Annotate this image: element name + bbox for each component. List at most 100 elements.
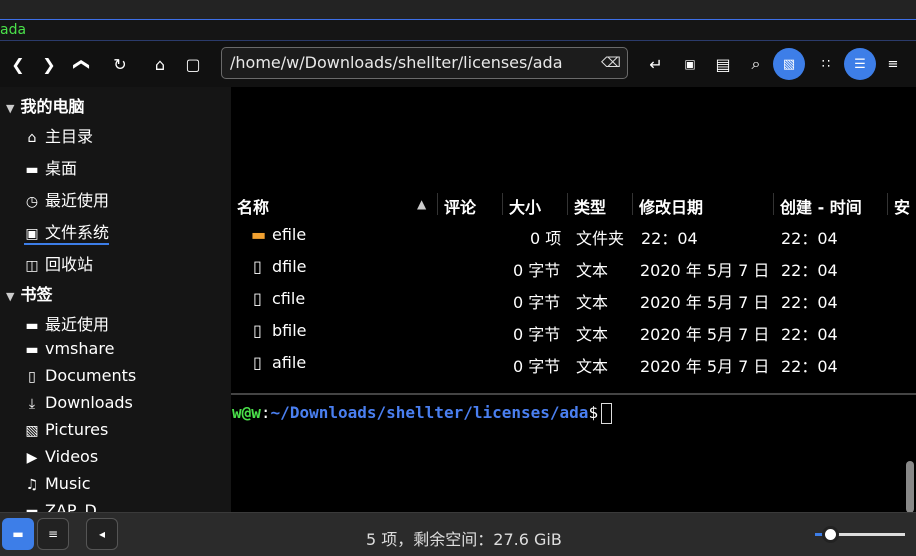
location-text: /home/w/Downloads/shellter/licenses/ada bbox=[230, 53, 563, 72]
detail-view-button[interactable]: ☰ bbox=[844, 48, 876, 80]
forward-button[interactable]: ❯ bbox=[33, 48, 65, 80]
home-button[interactable]: ⌂ bbox=[144, 48, 176, 80]
download-icon: ⤓ bbox=[28, 396, 36, 412]
file-row-dfile[interactable]: ▯ dfile 0 字节 文本 2020 年 5月 7 日 22：04 bbox=[231, 251, 916, 283]
file-type: 文本 bbox=[576, 357, 609, 376]
places-pane-button[interactable]: ▬ bbox=[2, 518, 34, 550]
file-name: efile bbox=[272, 225, 307, 244]
sidebar-item-desktop[interactable]: ▬ 桌面 bbox=[24, 155, 77, 179]
sidebar-item-vmshare[interactable]: ▬ vmshare bbox=[24, 339, 114, 358]
reload-button[interactable]: ↻ bbox=[104, 48, 136, 80]
file-row-afile[interactable]: ▯ afile 0 字节 文本 2020 年 5月 7 日 22：04 bbox=[231, 347, 916, 379]
tree-pane-button[interactable]: ≡ bbox=[37, 518, 69, 550]
new-folder-button[interactable]: ▤ bbox=[707, 48, 739, 80]
computer-button[interactable]: ▢ bbox=[177, 48, 209, 80]
chevron-up-icon: ❮ bbox=[73, 57, 93, 71]
terminal-icon: ▣ bbox=[684, 57, 696, 71]
sidebar-item-trash[interactable]: ◫ 回收站 bbox=[24, 251, 93, 275]
column-separator bbox=[567, 193, 568, 215]
status-bar: ▬ ≡ ◂ 5 项，剩余空间：27.6 GiB bbox=[0, 512, 916, 556]
file-modified: 2020 年 5月 7 日 bbox=[640, 293, 770, 312]
column-header-name[interactable]: 名称 bbox=[237, 194, 269, 218]
file-name: afile bbox=[272, 353, 307, 372]
prompt-separator: : bbox=[260, 403, 271, 422]
file-created: 22：04 bbox=[781, 261, 838, 280]
file-icon: ▯ bbox=[253, 289, 262, 308]
file-modified: 2020 年 5月 7 日 bbox=[640, 325, 770, 344]
file-row-efile[interactable]: ▬ efile 0 项 文件夹 22：04 22：04 bbox=[231, 219, 916, 251]
terminal-button[interactable]: ▣ bbox=[674, 48, 706, 80]
column-header-modified[interactable]: 修改日期 bbox=[639, 194, 703, 218]
file-modified: 2020 年 5月 7 日 bbox=[640, 261, 770, 280]
sidebar-item-recent[interactable]: ◷ 最近使用 bbox=[24, 187, 109, 211]
top-strip bbox=[0, 0, 916, 19]
chevron-right-icon: ❯ bbox=[42, 54, 56, 74]
file-modified: 22：04 bbox=[641, 229, 698, 248]
sidebar-item-zap[interactable]: ▬ ZAP_D bbox=[24, 501, 97, 512]
title-bar: ada bbox=[0, 19, 916, 41]
video-icon: ▶ bbox=[26, 450, 38, 466]
sidebar-item-videos[interactable]: ▶ Videos bbox=[24, 447, 99, 466]
grid-view-icon: ∷ bbox=[821, 56, 831, 72]
grid-view-button[interactable]: ∷ bbox=[810, 48, 842, 80]
compact-view-button[interactable]: ≡ bbox=[877, 48, 909, 80]
column-header-extra[interactable]: 安 bbox=[894, 194, 910, 218]
home-icon: ⌂ bbox=[154, 54, 166, 74]
folder-icon: ▬ bbox=[12, 527, 24, 541]
sidebar-item-documents[interactable]: ▯ Documents bbox=[24, 366, 136, 385]
file-icon: ▯ bbox=[253, 321, 262, 340]
expand-triangle-icon: ▼ bbox=[6, 290, 15, 303]
file-size: 0 字节 bbox=[513, 261, 561, 280]
sidebar-item-pictures[interactable]: ▧ Pictures bbox=[24, 420, 108, 439]
sidebar-item-downloads[interactable]: ⤓ Downloads bbox=[24, 393, 133, 412]
compact-view-icon: ≡ bbox=[887, 56, 899, 72]
terminal-prompt: w@w:~/Downloads/shellter/licenses/ada$ bbox=[232, 403, 613, 424]
sidebar-item-music[interactable]: ♫ Music bbox=[24, 474, 91, 493]
folder-icon: ▬ bbox=[251, 225, 267, 244]
file-created: 22：04 bbox=[781, 325, 838, 344]
sidebar-item-home[interactable]: ⌂ 主目录 bbox=[24, 123, 93, 147]
open-with-button[interactable]: ↵ bbox=[640, 48, 672, 80]
expand-triangle-icon: ▼ bbox=[6, 102, 15, 115]
prompt-path: ~/Downloads/shellter/licenses/ada bbox=[270, 403, 589, 422]
column-header-created[interactable]: 创建 - 时间 bbox=[780, 194, 862, 218]
camera-icon: ▧ bbox=[25, 423, 39, 439]
open-with-icon: ↵ bbox=[649, 54, 663, 74]
file-row-bfile[interactable]: ▯ bfile 0 字节 文本 2020 年 5月 7 日 22：04 bbox=[231, 315, 916, 347]
clear-location-button[interactable]: ⌫ bbox=[601, 53, 621, 73]
location-bar[interactable]: /home/w/Downloads/shellter/licenses/ada … bbox=[221, 47, 628, 79]
file-type: 文本 bbox=[576, 293, 609, 312]
column-header-size[interactable]: 大小 bbox=[509, 194, 541, 218]
toggle-sidebar-button[interactable]: ◂ bbox=[86, 518, 118, 550]
sidebar-header-computer[interactable]: ▼ 我的电脑 bbox=[6, 93, 84, 117]
up-button[interactable]: ❮ bbox=[67, 48, 99, 80]
terminal-scrollbar[interactable] bbox=[906, 461, 914, 513]
computer-icon: ▢ bbox=[185, 54, 201, 74]
sidebar: ▼ 我的电脑 ⌂ 主目录 ▬ 桌面 ◷ 最近使用 ▣ 文件系统 ◫ 回收站 ▼ 书签 ▬ 最近使… bbox=[0, 87, 231, 512]
column-separator bbox=[437, 193, 438, 215]
file-created: 22：04 bbox=[781, 357, 838, 376]
back-button[interactable]: ❮ bbox=[2, 48, 34, 80]
image-preview-button[interactable]: ▧ bbox=[773, 48, 805, 80]
sidebar-item-recent-bookmark[interactable]: ▬ 最近使用 bbox=[24, 311, 109, 335]
recent-folder-icon: ▬ bbox=[25, 318, 39, 334]
zoom-slider-handle[interactable] bbox=[822, 526, 839, 543]
file-row-cfile[interactable]: ▯ cfile 0 字节 文本 2020 年 5月 7 日 22：04 bbox=[231, 283, 916, 315]
file-size: 0 字节 bbox=[513, 357, 561, 376]
sort-ascending-icon: ▲ bbox=[417, 197, 427, 211]
file-icon: ▯ bbox=[253, 257, 262, 276]
sidebar-header-bookmarks[interactable]: ▼ 书签 bbox=[6, 281, 52, 305]
column-header-type[interactable]: 类型 bbox=[574, 194, 606, 218]
clock-icon: ◷ bbox=[25, 194, 39, 210]
embedded-terminal[interactable]: w@w:~/Downloads/shellter/licenses/ada$ bbox=[231, 393, 916, 513]
image-preview-icon: ▧ bbox=[782, 56, 796, 72]
folder-icon: ▬ bbox=[25, 162, 39, 178]
sidebar-item-filesystem[interactable]: ▣ 文件系统 bbox=[24, 219, 110, 245]
column-separator bbox=[632, 193, 633, 215]
search-button[interactable]: ⌕ bbox=[740, 48, 772, 80]
home-icon: ⌂ bbox=[27, 130, 37, 146]
file-modified: 2020 年 5月 7 日 bbox=[640, 357, 770, 376]
column-header-comment[interactable]: 评论 bbox=[444, 194, 476, 218]
prompt-symbol: $ bbox=[588, 403, 599, 422]
music-icon: ♫ bbox=[25, 477, 39, 493]
